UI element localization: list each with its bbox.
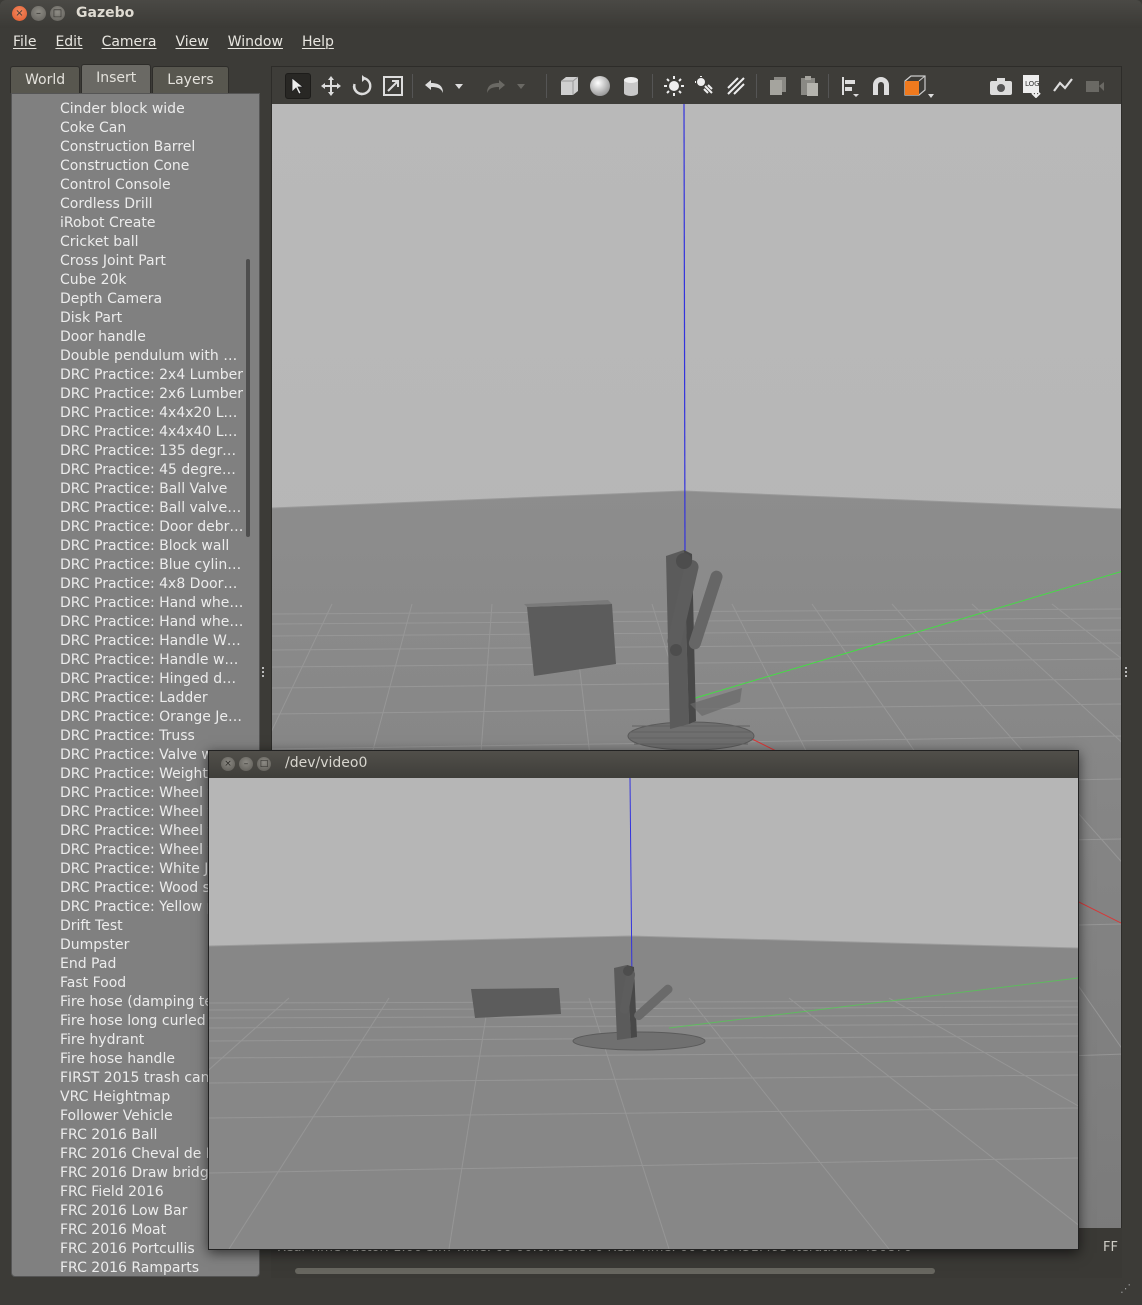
align-icon[interactable] (837, 73, 863, 99)
model-list-item[interactable]: DRC Practice: Blue cylinder (12, 556, 244, 575)
redo-icon[interactable] (482, 73, 508, 99)
model-list-item[interactable]: DRC Practice: Orange Je… (12, 708, 244, 727)
translate-icon[interactable] (318, 73, 344, 99)
model-list-item[interactable]: DRC Practice: 2x6 Lumber (12, 385, 244, 404)
model-list-item[interactable]: DRC Practice: Hand whe… (12, 594, 244, 613)
log-icon[interactable]: LOG (1019, 73, 1045, 99)
model-list-item[interactable]: DRC Practice: Block wall (12, 537, 244, 556)
left-panel-tabs: World Insert Layers (10, 64, 230, 94)
model-list-item[interactable]: DRC Practice: 2x4 Lumber (12, 366, 244, 385)
model-list-item[interactable]: Depth Camera (12, 290, 244, 309)
point-light-icon[interactable] (661, 73, 687, 99)
menu-view[interactable]: View (176, 28, 209, 56)
directional-light-icon[interactable] (723, 73, 749, 99)
window-title: Gazebo (76, 5, 135, 21)
box-icon[interactable] (556, 73, 582, 99)
menu-camera[interactable]: Camera (102, 28, 157, 56)
model-list-item[interactable]: DRC Practice: Handle wh… (12, 651, 244, 670)
model-list-item[interactable]: DRC Practice: Truss (12, 727, 244, 746)
model-list-item[interactable]: DRC Practice: 135 degre… (12, 442, 244, 461)
gazebo-window: × – □ Gazebo File Edit Camera View Windo… (0, 0, 1142, 1305)
model-list-item[interactable]: Coke Can (12, 119, 244, 138)
svg-text:LOG: LOG (1025, 80, 1040, 88)
model-list-item[interactable]: DRC Practice: Handle Wh… (12, 632, 244, 651)
scale-icon[interactable] (380, 73, 406, 99)
title-bar: × – □ Gazebo (0, 0, 1142, 28)
model-list-item[interactable]: DRC Practice: 4x4x40 Lu… (12, 423, 244, 442)
list-scrollbar[interactable] (246, 259, 250, 537)
right-splitter-handle[interactable] (1125, 667, 1129, 677)
tab-world[interactable]: World (10, 66, 81, 93)
maximize-window-button[interactable]: □ (50, 6, 65, 21)
snap-icon[interactable] (868, 73, 894, 99)
camera-window-title-bar[interactable]: × – □ /dev/video0 (209, 751, 1078, 778)
select-icon[interactable] (285, 73, 311, 99)
model-list-item[interactable]: Cinder block wide (12, 100, 244, 119)
tab-layers[interactable]: Layers (152, 66, 229, 93)
model-list-item[interactable]: Construction Cone (12, 157, 244, 176)
model-list-item[interactable]: Double pendulum with b… (12, 347, 244, 366)
menu-file[interactable]: File (13, 28, 36, 56)
plot-icon[interactable] (1050, 73, 1076, 99)
model-list-item[interactable]: Construction Barrel (12, 138, 244, 157)
camera-window-title: /dev/video0 (285, 755, 368, 771)
model-list-item[interactable]: DRC Practice: 45 degree … (12, 461, 244, 480)
close-window-button[interactable]: × (12, 6, 27, 21)
model-list-item[interactable]: DRC Practice: Hinged door (12, 670, 244, 689)
copy-icon[interactable] (765, 73, 791, 99)
model-list-item[interactable]: Disk Part (12, 309, 244, 328)
model-list-item[interactable]: iRobot Create (12, 214, 244, 233)
model-list-item[interactable]: Control Console (12, 176, 244, 195)
model-list-item[interactable]: Door handle (12, 328, 244, 347)
menu-help[interactable]: Help (302, 28, 334, 56)
camera-render (209, 778, 1078, 1249)
model-list-item[interactable]: DRC Practice: Ladder (12, 689, 244, 708)
rotate-icon[interactable] (349, 73, 375, 99)
model-list-item[interactable]: DRC Practice: Hand whe… (12, 613, 244, 632)
undo-icon[interactable] (422, 73, 448, 99)
camera-window: × – □ /dev/video0 (208, 750, 1079, 1250)
paste-icon[interactable] (796, 73, 822, 99)
model-list-item[interactable]: Cordless Drill (12, 195, 244, 214)
horizontal-scrollbar[interactable] (295, 1268, 935, 1274)
model-list-item[interactable]: FRC 2016 Ramparts (12, 1259, 244, 1276)
cylinder-icon[interactable] (618, 73, 644, 99)
menu-edit[interactable]: Edit (55, 28, 82, 56)
sphere-icon[interactable] (587, 73, 613, 99)
minimize-window-button[interactable]: – (31, 6, 46, 21)
model-list-item[interactable]: DRC Practice: Door debri… (12, 518, 244, 537)
model-list-item[interactable]: Cross Joint Part (12, 252, 244, 271)
model-list-item[interactable]: DRC Practice: 4x8 Doorway (12, 575, 244, 594)
redo-history-dropdown-icon[interactable] (514, 73, 528, 99)
view-angle-icon[interactable] (900, 73, 940, 99)
model-list-item[interactable]: DRC Practice: Ball valve … (12, 499, 244, 518)
tab-insert[interactable]: Insert (81, 64, 152, 93)
undo-history-dropdown-icon[interactable] (452, 73, 466, 99)
fps-label: FF (1103, 1240, 1118, 1255)
left-splitter-handle[interactable] (262, 667, 266, 677)
camera-maximize-button[interactable]: □ (257, 757, 271, 771)
screenshot-icon[interactable] (988, 73, 1014, 99)
scene-toolbar: LOG (271, 66, 1122, 104)
model-list-item[interactable]: Cricket ball (12, 233, 244, 252)
video-record-icon[interactable] (1082, 73, 1108, 99)
resize-grip-icon[interactable]: ⋰ (1120, 1282, 1134, 1296)
camera-close-button[interactable]: × (221, 757, 235, 771)
camera-feed (209, 778, 1078, 1249)
model-list-item[interactable]: DRC Practice: Ball Valve (12, 480, 244, 499)
model-list-item[interactable]: DRC Practice: 4x4x20 Lu… (12, 404, 244, 423)
menu-window[interactable]: Window (228, 28, 283, 56)
camera-minimize-button[interactable]: – (239, 757, 253, 771)
menu-bar: File Edit Camera View Window Help (0, 28, 1142, 56)
model-list-item[interactable]: Cube 20k (12, 271, 244, 290)
spot-light-icon[interactable] (692, 73, 718, 99)
